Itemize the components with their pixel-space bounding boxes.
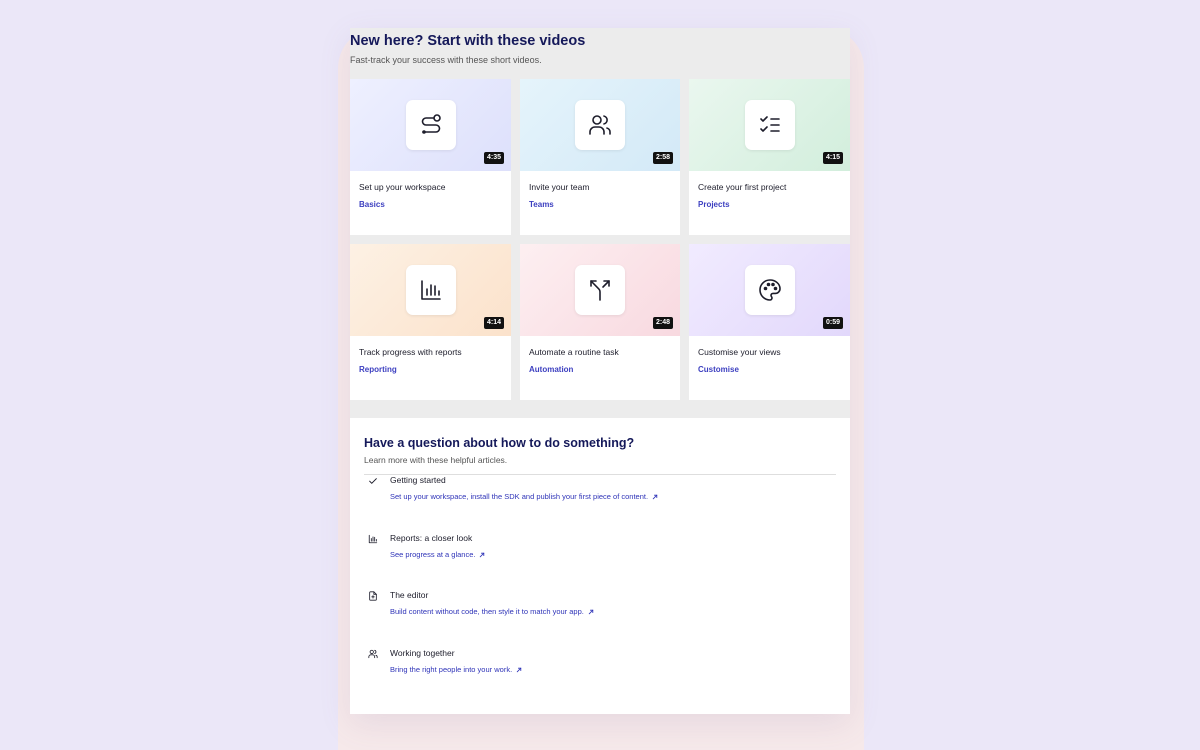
article-item-working-together: Working together Bring the right people …: [364, 648, 836, 706]
video-duration: 2:48: [652, 317, 673, 329]
users-icon: [368, 649, 378, 658]
video-thumbnail[interactable]: 0:59: [689, 244, 850, 336]
check-icon: [369, 478, 377, 484]
external-link-icon: [588, 609, 594, 615]
icon-tile: [575, 100, 625, 150]
video-thumbnail[interactable]: 4:15: [689, 79, 850, 171]
article-link-text[interactable]: Build content without code, then style i…: [390, 607, 584, 617]
video-category-link[interactable]: Teams: [529, 199, 671, 210]
checklist-icon: [759, 116, 780, 132]
icon-tile: [575, 265, 625, 315]
videos-header: New here? Start with these videos Fast-t…: [350, 32, 850, 66]
external-link-icon: [516, 667, 522, 672]
videos-title: New here? Start with these videos: [350, 33, 586, 49]
document-icon: [369, 591, 377, 601]
users-icon: [589, 115, 611, 135]
video-thumbnail[interactable]: 2:58: [520, 79, 680, 171]
video-duration: 0:59: [822, 317, 843, 329]
video-thumbnail[interactable]: 4:35: [350, 79, 511, 171]
video-duration: 4:15: [822, 152, 843, 164]
article-title: Reports: a closer look: [390, 532, 473, 543]
article-link[interactable]: Build content without code, then style i…: [390, 607, 594, 617]
bar-chart-icon: [368, 534, 378, 543]
video-thumbnail[interactable]: 2:48: [520, 244, 680, 336]
bar-chart-icon: [420, 280, 441, 300]
video-duration: 4:35: [483, 152, 504, 164]
article-title: Getting started: [390, 475, 446, 485]
video-duration: 4:14: [483, 317, 504, 329]
article-link[interactable]: Set up your workspace, install the SDK a…: [390, 492, 658, 502]
videos-subtitle: Fast-track your success with these short…: [350, 55, 542, 65]
split-arrow-icon: [590, 280, 610, 301]
video-title: Create your first project: [698, 182, 787, 192]
articles-title: Have a question about how to do somethin…: [364, 436, 635, 450]
icon-tile: [405, 100, 456, 150]
icon-tile: [744, 265, 795, 315]
article-title: Working together: [390, 647, 455, 658]
video-grid: 4:35 Set up your workspace Basics 2:58 I…: [350, 79, 850, 400]
route-icon: [421, 114, 441, 134]
video-card-workspace[interactable]: 4:35 Set up your workspace Basics: [350, 79, 511, 235]
article-link-text[interactable]: Bring the right people into your work.: [390, 665, 512, 675]
article-link[interactable]: See progress at a glance.: [390, 550, 485, 560]
video-category-link[interactable]: Projects: [698, 199, 841, 210]
video-duration: 2:58: [652, 152, 673, 164]
video-thumbnail[interactable]: 4:14: [350, 244, 511, 336]
video-category-link[interactable]: Automation: [529, 364, 671, 375]
article-item-editor: The editor Build content without code, t…: [364, 590, 836, 648]
icon-tile: [744, 100, 795, 150]
article-link-text[interactable]: Set up your workspace, install the SDK a…: [390, 492, 648, 502]
video-title: Customise your views: [698, 347, 781, 357]
video-title: Invite your team: [529, 182, 590, 192]
article-item-reports: Reports: a closer look See progress at a…: [364, 533, 836, 591]
video-title: Track progress with reports: [359, 347, 462, 357]
article-item-getting-started: Getting started Set up your workspace, i…: [364, 475, 836, 533]
articles-subtitle: Learn more with these helpful articles.: [364, 455, 508, 465]
article-title: The editor: [390, 590, 429, 600]
video-category-link[interactable]: Reporting: [359, 364, 502, 375]
article-link[interactable]: Bring the right people into your work.: [390, 665, 522, 675]
article-link-text[interactable]: See progress at a glance.: [390, 550, 475, 560]
video-card-reports[interactable]: 4:14 Track progress with reports Reporti…: [350, 244, 511, 400]
video-title: Automate a routine task: [529, 347, 619, 357]
video-card-team[interactable]: 2:58 Invite your team Teams: [520, 79, 680, 235]
external-link-icon: [480, 552, 485, 557]
video-title: Set up your workspace: [359, 182, 446, 192]
video-category-link[interactable]: Basics: [359, 199, 502, 210]
external-link-icon: [652, 494, 658, 500]
palette-icon: [758, 279, 781, 301]
articles-section: Have a question about how to do somethin…: [350, 418, 850, 714]
icon-tile: [405, 265, 456, 315]
video-card-project[interactable]: 4:15 Create your first project Projects: [689, 79, 850, 235]
video-card-automate[interactable]: 2:48 Automate a routine task Automation: [520, 244, 680, 400]
video-category-link[interactable]: Customise: [698, 364, 841, 375]
help-panel: New here? Start with these videos Fast-t…: [350, 28, 850, 714]
video-card-views[interactable]: 0:59 Customise your views Customise: [689, 244, 850, 400]
